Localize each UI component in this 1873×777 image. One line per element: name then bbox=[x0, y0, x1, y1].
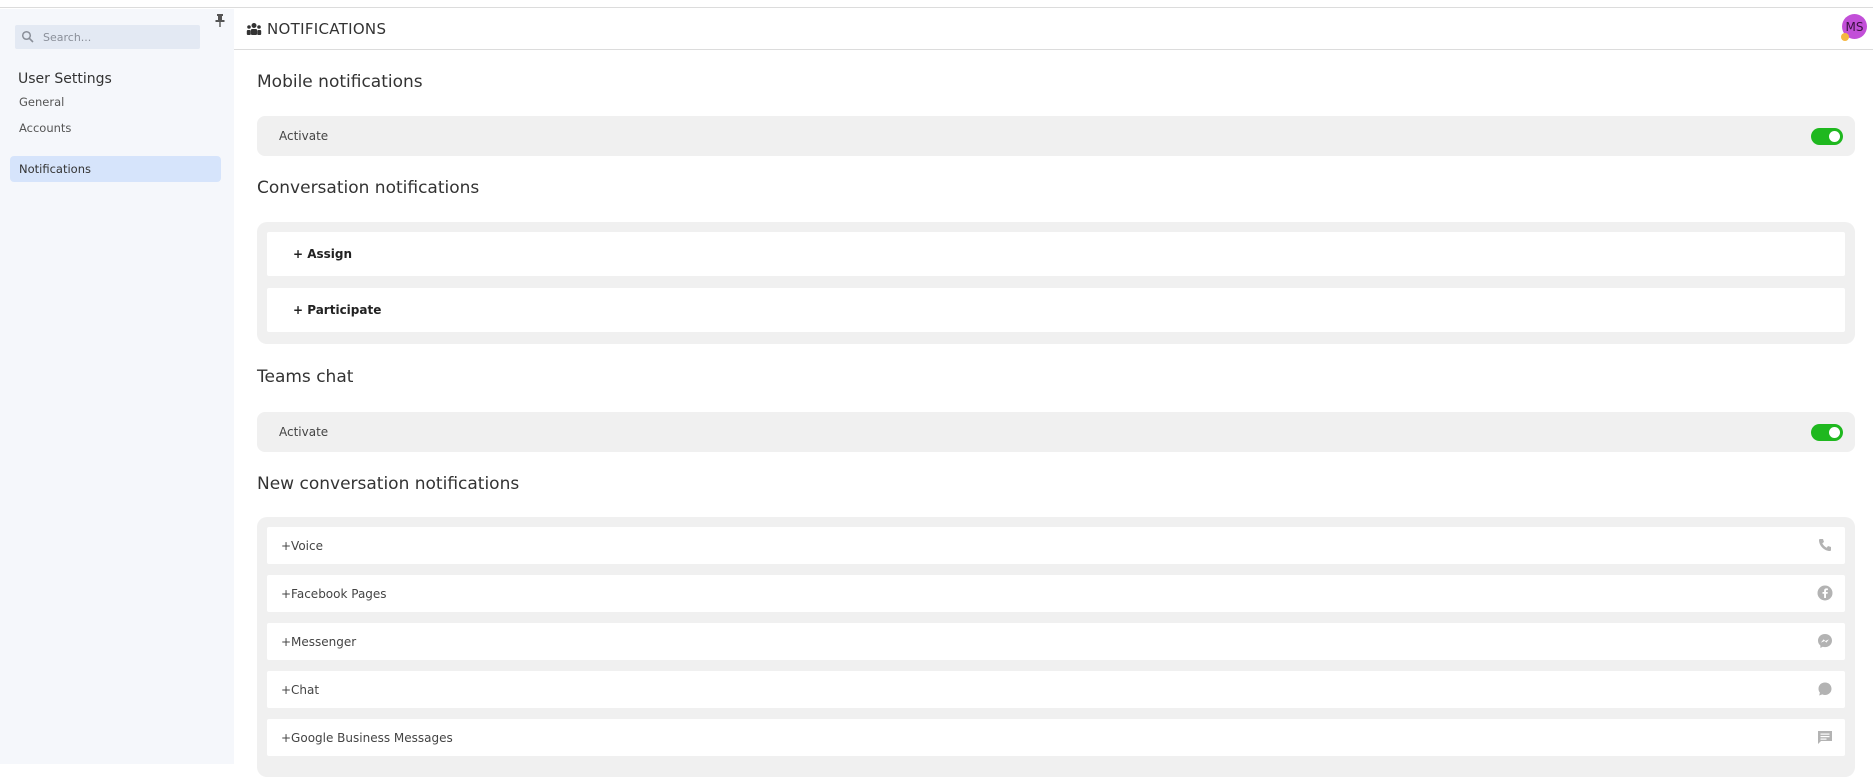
channel-label: +Google Business Messages bbox=[281, 730, 453, 745]
channel-item-chat[interactable]: +Chat bbox=[267, 671, 1845, 708]
assign-item[interactable]: + Assign bbox=[267, 232, 1845, 276]
conversation-notifications-group: + Assign + Participate bbox=[257, 222, 1855, 344]
users-icon bbox=[246, 23, 262, 35]
channel-item-voice[interactable]: +Voice bbox=[267, 527, 1845, 564]
phone-icon bbox=[1819, 539, 1831, 551]
section-title-conversation: Conversation notifications bbox=[257, 178, 480, 198]
sidebar: User Settings General Accounts Notificat… bbox=[0, 9, 234, 764]
page-header: NOTIFICATIONS MS bbox=[234, 9, 1873, 50]
teams-activate-toggle[interactable] bbox=[1811, 424, 1843, 441]
section-title-mobile: Mobile notifications bbox=[257, 72, 423, 92]
channel-label: +Voice bbox=[281, 538, 323, 553]
mobile-activate-row: Activate bbox=[257, 116, 1855, 156]
mobile-activate-label: Activate bbox=[279, 129, 329, 143]
teams-activate-row: Activate bbox=[257, 412, 1855, 452]
page-title: NOTIFICATIONS bbox=[267, 20, 387, 38]
sidebar-title: User Settings bbox=[18, 71, 112, 87]
channel-item-messenger[interactable]: +Messenger bbox=[267, 623, 1845, 660]
facebook-icon bbox=[1817, 585, 1833, 601]
mobile-activate-toggle[interactable] bbox=[1811, 128, 1843, 145]
channel-label: +Facebook Pages bbox=[281, 586, 387, 601]
new-conversation-group: +Voice +Facebook Pages +Messenger +Chat bbox=[257, 517, 1855, 777]
main-content: NOTIFICATIONS MS Mobile notifications Ac… bbox=[234, 9, 1873, 777]
status-indicator bbox=[1841, 33, 1849, 41]
teams-activate-label: Activate bbox=[279, 425, 329, 439]
channel-label: +Chat bbox=[281, 682, 320, 697]
channel-label: +Messenger bbox=[281, 634, 357, 649]
chat-bubble-icon bbox=[1818, 682, 1832, 696]
channel-item-facebook-pages[interactable]: +Facebook Pages bbox=[267, 575, 1845, 612]
sidebar-item-accounts[interactable]: Accounts bbox=[10, 115, 221, 141]
message-icon bbox=[1818, 731, 1832, 744]
section-title-teams: Teams chat bbox=[257, 367, 354, 387]
search-icon bbox=[21, 30, 34, 43]
pin-icon[interactable] bbox=[214, 14, 226, 28]
search-box[interactable] bbox=[15, 25, 200, 49]
channel-item-google-business-messages[interactable]: +Google Business Messages bbox=[267, 719, 1845, 756]
messenger-icon bbox=[1818, 634, 1832, 648]
sidebar-item-notifications[interactable]: Notifications bbox=[10, 156, 221, 182]
sidebar-item-general[interactable]: General bbox=[10, 89, 221, 115]
participate-item[interactable]: + Participate bbox=[267, 288, 1845, 332]
top-border bbox=[0, 0, 1873, 8]
search-input[interactable] bbox=[43, 30, 193, 44]
section-title-new-conversation: New conversation notifications bbox=[257, 474, 520, 494]
